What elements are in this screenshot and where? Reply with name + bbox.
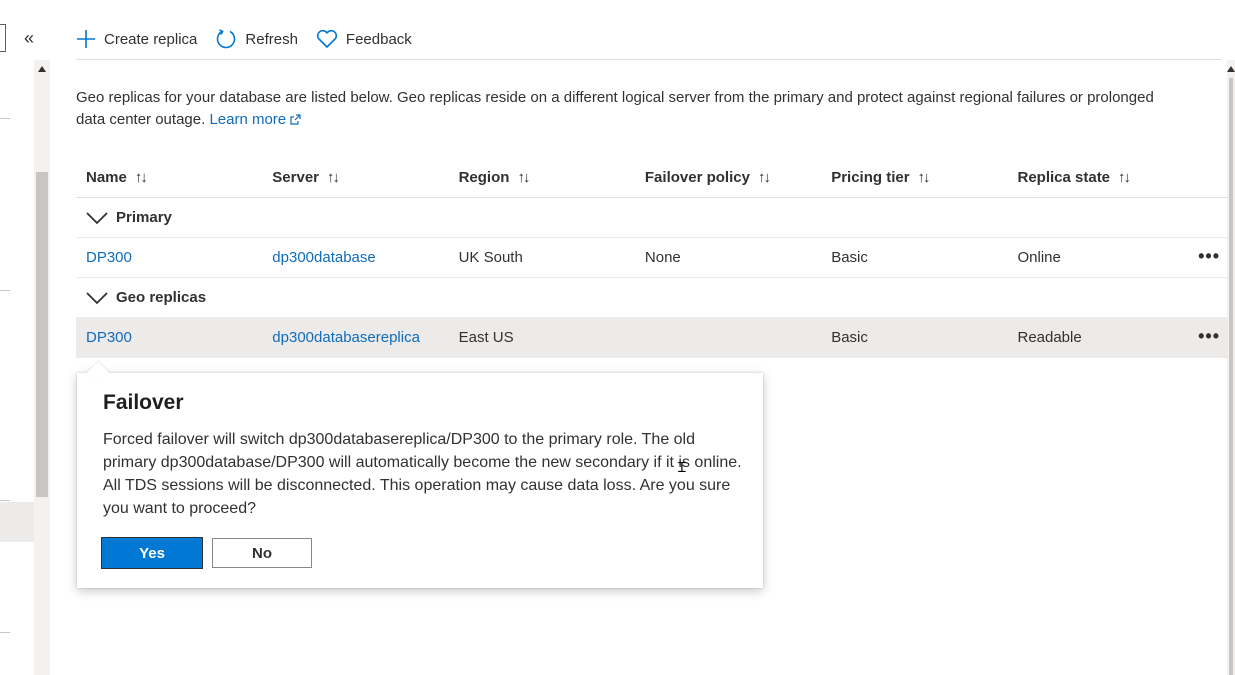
column-header-pricing-tier[interactable]: Pricing tier ↑↓ [821,169,1007,186]
heart-icon [316,29,337,48]
nav-scrollbar[interactable] [34,60,50,675]
region-cell: East US [458,329,514,346]
nav-divider [0,632,10,633]
yes-button[interactable]: Yes [101,537,203,569]
table-row[interactable]: DP300 dp300databasereplica East US Basic… [76,318,1228,358]
group-label: Primary [116,209,172,226]
group-label: Geo replicas [116,289,207,306]
dialog-title: Failover [103,391,184,414]
refresh-button[interactable]: Refresh [215,28,298,50]
refresh-icon [217,29,236,49]
more-actions-icon[interactable]: ••• [1198,247,1220,265]
column-header-server[interactable]: Server ↑↓ [262,169,448,186]
more-actions-icon[interactable]: ••• [1198,327,1220,345]
feedback-button[interactable]: Feedback [316,29,412,49]
sort-icon[interactable]: ↑↓ [135,169,148,186]
nav-divider [0,500,10,501]
no-button[interactable]: No [212,538,312,568]
scroll-up-icon[interactable] [1227,66,1235,72]
scrollbar-thumb[interactable] [1229,78,1233,675]
toolbar-divider [76,59,1221,60]
replica-state-cell: Online [1017,249,1061,266]
column-header-name[interactable]: Name ↑↓ [76,169,262,186]
replicas-grid: Name ↑↓ Server ↑↓ Region ↑↓ Failover policy… [76,158,1228,358]
sort-icon[interactable]: ↑↓ [517,169,530,186]
database-name-link[interactable]: DP300 [86,329,132,346]
sort-icon[interactable]: ↑↓ [1118,169,1131,186]
region-cell: UK South [458,249,523,266]
create-replica-label: Create replica [104,30,198,48]
replica-state-cell: Readable [1017,329,1082,346]
text-cursor-icon: Ɪ [678,459,686,475]
dialog-message: Forced failover will switch dp300databas… [103,431,742,517]
nav-divider [0,118,10,119]
plus-icon [77,30,95,48]
callout-beak [86,361,110,385]
nav-selected-item[interactable] [0,502,34,542]
collapse-nav-icon[interactable]: « [24,26,34,50]
sort-icon[interactable]: ↑↓ [327,169,340,186]
sort-icon[interactable]: ↑↓ [918,169,931,186]
command-bar: Create replica Refresh Feedback [76,22,430,56]
learn-more-link[interactable]: Learn more [209,111,301,128]
chevron-down-icon[interactable] [86,211,108,225]
nav-divider [0,290,10,291]
group-header-primary[interactable]: Primary [76,198,1228,238]
nav-search-box-edge[interactable] [0,24,6,52]
scroll-up-icon[interactable] [38,66,46,72]
create-replica-button[interactable]: Create replica [76,29,197,49]
pricing-tier-cell: Basic [831,249,868,266]
group-header-geo-replicas[interactable]: Geo replicas [76,278,1228,318]
scrollbar-thumb[interactable] [36,172,48,497]
chevron-down-icon[interactable] [86,291,108,305]
column-header-failover-policy[interactable]: Failover policy ↑↓ [635,169,821,186]
feedback-label: Feedback [345,30,412,48]
pricing-tier-cell: Basic [831,329,868,346]
external-link-icon [290,114,301,125]
page-description: Geo replicas for your database are liste… [76,87,1186,131]
table-row[interactable]: DP300 dp300database UK South None Basic … [76,238,1228,278]
failover-dialog: Failover Forced failover will switch dp3… [77,361,763,588]
column-header-region[interactable]: Region ↑↓ [449,169,635,186]
server-link[interactable]: dp300databasereplica [272,329,420,346]
column-header-replica-state[interactable]: Replica state ↑↓ [1007,169,1228,186]
content-scrollbar[interactable] [1227,60,1235,675]
failover-policy-cell: None [644,249,681,266]
sort-icon[interactable]: ↑↓ [758,169,771,186]
grid-header-row: Name ↑↓ Server ↑↓ Region ↑↓ Failover policy… [76,158,1228,198]
server-link[interactable]: dp300database [272,249,375,266]
refresh-label: Refresh [245,30,298,48]
database-name-link[interactable]: DP300 [86,249,132,266]
